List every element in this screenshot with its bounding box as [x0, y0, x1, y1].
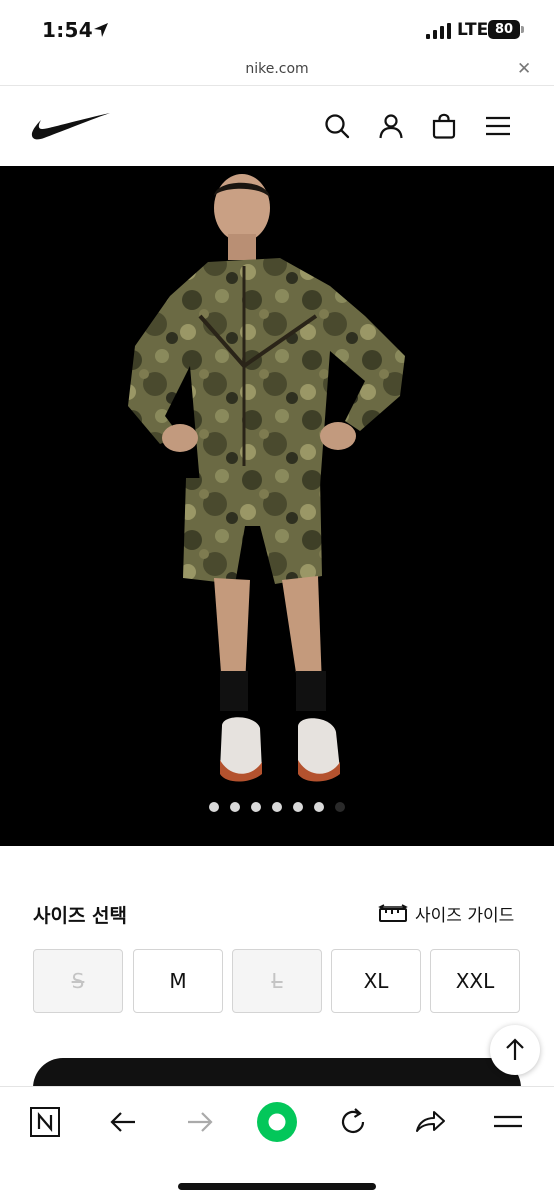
carousel-dot[interactable] — [335, 802, 345, 812]
search-icon[interactable] — [323, 112, 351, 140]
carousel-dot[interactable] — [251, 802, 261, 812]
arrow-up-icon — [506, 1038, 524, 1060]
battery-level: 80 — [488, 20, 520, 39]
account-icon[interactable] — [377, 112, 405, 140]
menu-icon[interactable] — [484, 112, 512, 140]
carousel-dot[interactable] — [314, 802, 324, 812]
status-bar: 1:54 LTE 80 — [0, 0, 554, 56]
menu-icon[interactable] — [491, 1105, 525, 1139]
close-icon[interactable]: ✕ — [517, 59, 531, 79]
carousel-dot[interactable] — [293, 802, 303, 812]
url-domain[interactable]: nike.com — [0, 61, 554, 77]
nike-swoosh-logo[interactable] — [30, 110, 112, 142]
bag-icon[interactable] — [430, 112, 458, 140]
cellular-signal-icon — [426, 23, 451, 39]
carousel-dot[interactable] — [272, 802, 282, 812]
size-button-l[interactable]: L — [232, 949, 322, 1013]
carousel-dot[interactable] — [230, 802, 240, 812]
product-image[interactable] — [0, 166, 554, 846]
carousel-dot[interactable] — [209, 802, 219, 812]
browser-url-bar[interactable]: nike.com ✕ — [0, 56, 554, 86]
size-section: 사이즈 선택 사이즈 가이드 S M L XL XXL — [0, 846, 554, 1086]
model-camo-outfit-image — [128, 174, 405, 782]
share-icon[interactable] — [413, 1105, 447, 1139]
forward-arrow-icon[interactable] — [183, 1105, 217, 1139]
browser-bottom-toolbar — [0, 1086, 554, 1200]
ruler-icon — [378, 904, 408, 922]
size-button-xl[interactable]: XL — [331, 949, 421, 1013]
battery-icon: 80 — [488, 20, 524, 39]
naver-n-icon[interactable] — [28, 1105, 62, 1139]
size-button-xxl[interactable]: XXL — [430, 949, 520, 1013]
network-type-label: LTE — [457, 20, 489, 40]
carousel-dots[interactable] — [0, 802, 554, 812]
site-header — [0, 86, 554, 166]
location-arrow-icon — [94, 23, 108, 37]
home-indicator — [178, 1183, 376, 1190]
reload-icon[interactable] — [336, 1105, 370, 1139]
size-button-m[interactable]: M — [133, 949, 223, 1013]
size-select-title: 사이즈 선택 — [33, 905, 128, 927]
green-circle-icon[interactable] — [256, 1101, 298, 1143]
back-arrow-icon[interactable] — [106, 1105, 140, 1139]
size-button-s[interactable]: S — [33, 949, 123, 1013]
scroll-to-top-button[interactable] — [490, 1025, 540, 1075]
status-time: 1:54 — [42, 18, 93, 42]
size-guide-label[interactable]: 사이즈 가이드 — [415, 901, 514, 926]
